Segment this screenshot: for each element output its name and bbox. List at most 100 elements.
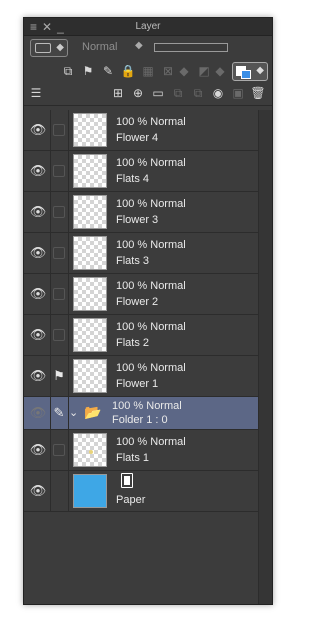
layer-row[interactable]: 👁 100 % Normal Flats 2: [24, 315, 272, 356]
layer-name[interactable]: Flats 4: [116, 173, 149, 185]
layer-row[interactable]: 👁 100 % Normal Flower 3: [24, 192, 272, 233]
layer-list-scrollbar[interactable]: [258, 110, 272, 604]
divider: [50, 192, 51, 232]
blend-mode-arrow-icon[interactable]: ◆: [135, 40, 143, 51]
opacity-slider[interactable]: [154, 43, 228, 52]
layer-name[interactable]: Flower 2: [116, 296, 158, 308]
divider: [68, 192, 69, 232]
color-mode-square-blue: [241, 70, 251, 79]
eye-icon[interactable]: 👁: [28, 327, 48, 343]
layer-lock-toggle[interactable]: [53, 124, 65, 136]
divider: [68, 233, 69, 273]
panel-titlebar: ≡ ✕ _ Layer: [24, 18, 272, 36]
folder-open-icon: 📂: [84, 404, 102, 420]
draft-layer-icon[interactable]: ✎: [100, 63, 116, 79]
layer-name[interactable]: Flower 3: [116, 214, 158, 226]
lock-layer-icon[interactable]: 🔒: [120, 63, 136, 79]
layer-row[interactable]: 👁 100 % Normal Flats 4: [24, 151, 272, 192]
new-vector-layer-icon[interactable]: ⊕: [130, 85, 146, 101]
eye-icon[interactable]: 👁: [28, 204, 48, 220]
layer-name[interactable]: Flower 1: [116, 378, 158, 390]
layer-row[interactable]: 👁 100 % Normal Flower 2: [24, 274, 272, 315]
lock-transparent-pixels-icon[interactable]: ▦: [140, 63, 156, 79]
divider: [68, 315, 69, 355]
chevron-down-icon[interactable]: ⌄: [69, 406, 78, 419]
layer-row[interactable]: 👁 100 % Normal Flats 3: [24, 233, 272, 274]
layer-thumbnail: [73, 433, 107, 467]
clip-to-layer-below-icon[interactable]: ⧉: [60, 63, 76, 79]
blend-bar: ◆ Normal ◆: [24, 38, 272, 58]
folder-row-selected[interactable]: 👁 ✎ ⌄ 📂 100 % Normal Folder 1 : 0: [24, 397, 272, 430]
layer-color-select[interactable]: ◆: [30, 39, 68, 57]
layer-color-mode-select[interactable]: ◆: [232, 62, 268, 81]
divider: [68, 274, 69, 314]
layer-opacity-mode: 100 % Normal: [116, 198, 186, 210]
mask-chevron-icon[interactable]: ◆: [176, 63, 192, 79]
divider: [50, 430, 51, 470]
layer-opacity-mode: 100 % Normal: [116, 436, 186, 448]
eye-icon[interactable]: 👁: [28, 442, 48, 458]
new-raster-layer-icon[interactable]: ⊞: [110, 85, 126, 101]
folder-name[interactable]: Folder 1 : 0: [112, 414, 168, 426]
chevron-updown-icon: ◆: [56, 42, 64, 53]
layer-row[interactable]: 👁 100 % Normal Flower 4: [24, 110, 272, 151]
create-layer-mask-icon[interactable]: ◉: [210, 85, 226, 101]
layer-thumbnail: [73, 318, 107, 352]
layer-lock-toggle[interactable]: [53, 444, 65, 456]
layer-opacity-mode: 100 % Normal: [116, 280, 186, 292]
divider: [50, 315, 51, 355]
divider: [50, 110, 51, 150]
ruler-icon[interactable]: ◩: [196, 63, 212, 79]
delete-layer-icon[interactable]: 🗑: [250, 85, 266, 101]
layer-thumbnail: [73, 359, 107, 393]
eye-icon[interactable]: 👁: [28, 405, 48, 421]
layer-opacity-mode: 100 % Normal: [112, 400, 182, 412]
eye-icon[interactable]: 👁: [28, 483, 48, 499]
paper-layer-row[interactable]: 👁 Paper: [24, 471, 272, 512]
eye-icon[interactable]: 👁: [28, 368, 48, 384]
reference-layer-icon[interactable]: ⚑: [51, 368, 67, 384]
layer-thumbnail: [73, 195, 107, 229]
apply-mask-icon[interactable]: ▣: [230, 85, 246, 101]
eye-icon[interactable]: 👁: [28, 286, 48, 302]
layer-lock-toggle[interactable]: [53, 247, 65, 259]
layer-opacity-mode: 100 % Normal: [116, 321, 186, 333]
merge-with-layer-below-icon[interactable]: ⧉: [190, 85, 206, 101]
layer-thumbnail: [73, 113, 107, 147]
layer-opacity-mode: 100 % Normal: [116, 239, 186, 251]
layer-lock-toggle[interactable]: [53, 165, 65, 177]
new-folder-icon[interactable]: ▭: [150, 85, 166, 101]
divider: [68, 356, 69, 396]
divider: [68, 110, 69, 150]
layer-name[interactable]: Flats 1: [116, 452, 149, 464]
reference-layer-icon[interactable]: ⚑: [80, 63, 96, 79]
eye-icon[interactable]: 👁: [28, 122, 48, 138]
layer-name[interactable]: Flats 3: [116, 255, 149, 267]
layer-row[interactable]: 👁 100 % Normal Flats 1: [24, 430, 272, 471]
divider: [68, 471, 69, 511]
layer-name[interactable]: Flower 4: [116, 132, 158, 144]
layer-lock-toggle[interactable]: [53, 329, 65, 341]
divider: [68, 151, 69, 191]
divider: [50, 471, 51, 511]
layer-list: 👁 100 % Normal Flower 4 👁 100 % Normal F…: [24, 110, 272, 512]
layer-name[interactable]: Paper: [116, 494, 145, 506]
layer-row[interactable]: 👁 ⚑ 100 % Normal Flower 1: [24, 356, 272, 397]
mask-enable-icon[interactable]: ⊠: [160, 63, 176, 79]
layer-lock-toggle[interactable]: [53, 288, 65, 300]
paper-icon: [121, 473, 133, 488]
layer-property-toolbar: ⧉ ⚑ ✎ 🔒 ▦ ⊠ ◆ ◩ ◆ ◆: [24, 60, 272, 82]
color-mode-chevron-icon: ◆: [256, 65, 264, 76]
eye-icon[interactable]: 👁: [28, 245, 48, 261]
panel-title: Layer: [135, 21, 161, 32]
layer-action-toolbar: ☰ ⊞ ⊕ ▭ ⧉ ⧉ ◉ ▣ 🗑: [24, 82, 272, 106]
layer-name[interactable]: Flats 2: [116, 337, 149, 349]
ruler-chevron-icon[interactable]: ◆: [212, 63, 228, 79]
paper-thumbnail: [73, 474, 107, 508]
blend-mode-select[interactable]: Normal: [82, 41, 117, 53]
layer-lock-toggle[interactable]: [53, 206, 65, 218]
eye-icon[interactable]: 👁: [28, 163, 48, 179]
divider: [50, 274, 51, 314]
layer-panel-menu-icon[interactable]: ☰: [28, 85, 44, 101]
transfer-to-layer-below-icon[interactable]: ⧉: [170, 85, 186, 101]
